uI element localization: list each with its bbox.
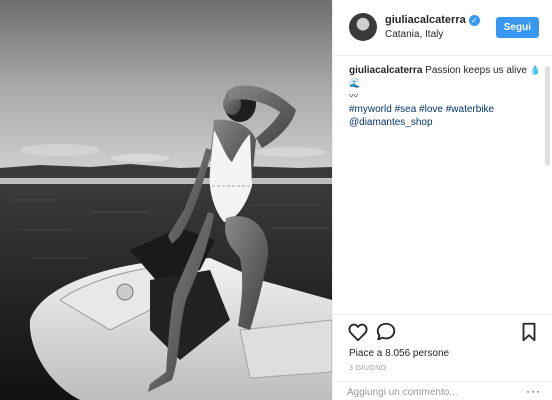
caption-username[interactable]: giuliacalcaterra (349, 65, 422, 76)
likes-count[interactable]: Piace a 8.056 persone (349, 348, 449, 359)
post-sidebar: giuliacalcaterra ✓ Catania, Italy Segui … (332, 0, 552, 400)
hashtag-sea[interactable]: #sea (395, 104, 417, 115)
photo-scene (0, 0, 332, 400)
post-date: 3 GIUGNO (349, 365, 387, 372)
hashtag-list: #myworld #sea #love #waterbike (349, 103, 544, 116)
mention-link[interactable]: @diamantes_shop (349, 117, 433, 128)
bookmark-icon[interactable] (519, 321, 541, 343)
username-row: giuliacalcaterra ✓ (385, 14, 480, 26)
heart-icon[interactable] (347, 321, 369, 343)
more-options-button[interactable]: ··· (526, 384, 541, 398)
avatar[interactable] (349, 13, 377, 41)
hashtag-love[interactable]: #love (419, 104, 443, 115)
comment-input[interactable] (347, 385, 507, 399)
post-photo[interactable] (0, 0, 332, 400)
comment-box: ··· (333, 381, 552, 400)
hashtag-myworld[interactable]: #myworld (349, 104, 392, 115)
username-link[interactable]: giuliacalcaterra (385, 14, 466, 26)
caption-emoji-line: 〰 (349, 91, 359, 101)
post-header: giuliacalcaterra ✓ Catania, Italy Segui (333, 0, 552, 56)
hashtag-waterbike[interactable]: #waterbike (446, 104, 494, 115)
comment-icon[interactable] (375, 321, 397, 343)
location-link[interactable]: Catania, Italy (385, 29, 443, 40)
caption: giuliacalcaterra Passion keeps us alive … (349, 64, 544, 129)
comments-scrollbar[interactable] (545, 66, 550, 166)
follow-button[interactable]: Segui (495, 17, 539, 38)
verified-badge-icon: ✓ (468, 14, 480, 26)
post-actions: Piace a 8.056 persone 3 GIUGNO ··· (333, 314, 552, 400)
caption-text: Passion keeps us alive (425, 65, 527, 76)
